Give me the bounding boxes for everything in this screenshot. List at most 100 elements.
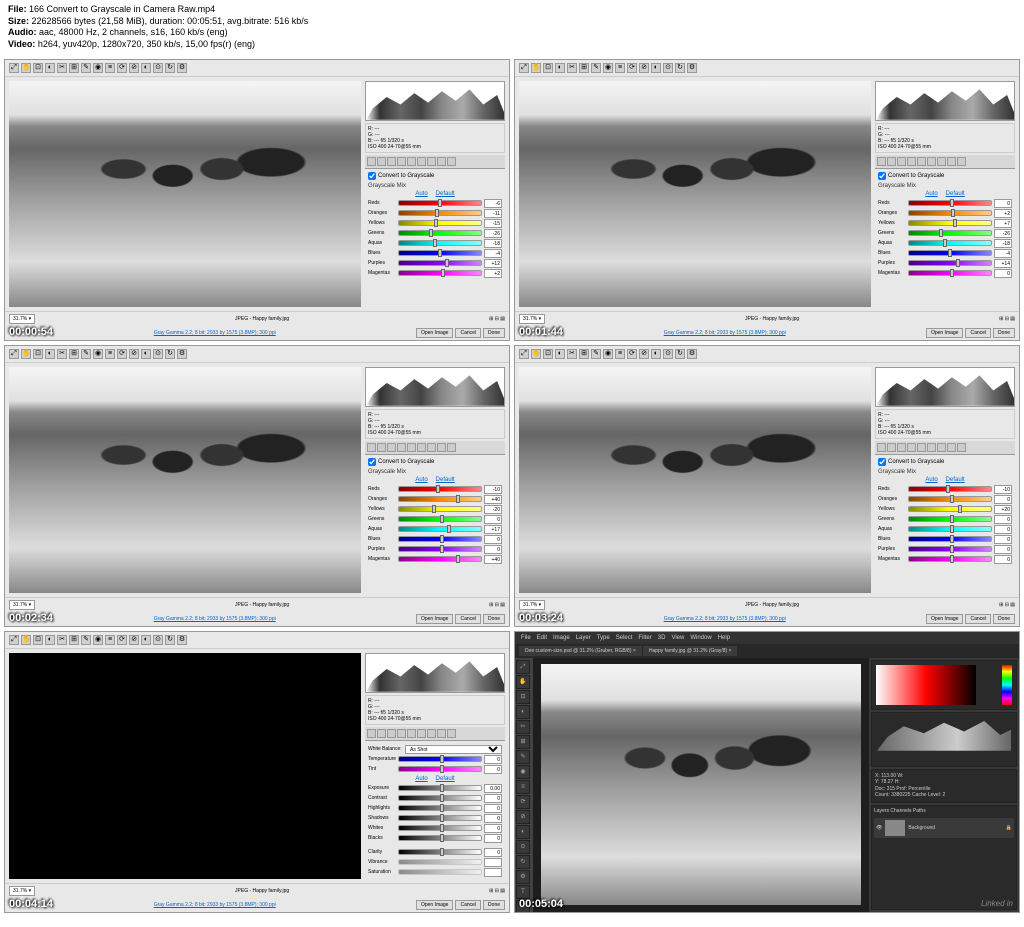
canvas[interactable] <box>533 658 869 912</box>
slider-oranges[interactable]: Oranges 0 <box>878 495 1012 504</box>
slider-blacks[interactable]: Blacks 0 <box>368 834 502 843</box>
default-link[interactable]: Default <box>436 477 455 483</box>
default-link[interactable]: Default <box>946 191 965 197</box>
done-button[interactable]: Done <box>483 328 505 338</box>
document-tabs[interactable]: Dee custom-size.psd @ 31.2% (Gruber, RGB… <box>515 644 1019 658</box>
slider-blues[interactable]: Blues -4 <box>878 249 1012 258</box>
slider-magentas[interactable]: Magentas 0 <box>878 269 1012 278</box>
slider-blues[interactable]: Blues 0 <box>368 535 502 544</box>
auto-link[interactable]: Auto <box>415 191 427 197</box>
done-button[interactable]: Done <box>993 328 1015 338</box>
slider-whites[interactable]: Whites 0 <box>368 824 502 833</box>
slider-aquas[interactable]: Aquas +17 <box>368 525 502 534</box>
panel-tabs[interactable] <box>875 441 1015 455</box>
open-button[interactable]: Open Image <box>416 614 454 624</box>
zoom-level[interactable]: 31.7% ▾ <box>9 886 35 896</box>
slider-magentas[interactable]: Magentas 0 <box>878 555 1012 564</box>
zoom-level[interactable]: 31.7% ▾ <box>9 600 35 610</box>
workflow-link[interactable]: Gray Gamma 2.2; 8 bit; 2933 by 1575 (3.8… <box>523 330 925 336</box>
watermark: Linked in <box>981 899 1013 908</box>
slider-greens[interactable]: Greens -26 <box>878 229 1012 238</box>
slider-blues[interactable]: Blues 0 <box>878 535 1012 544</box>
slider-reds[interactable]: Reds -10 <box>878 485 1012 494</box>
preview-area[interactable] <box>9 81 361 307</box>
slider-magentas[interactable]: Magentas +2 <box>368 269 502 278</box>
slider-contrast[interactable]: Contrast 0 <box>368 794 502 803</box>
default-link[interactable]: Default <box>436 191 455 197</box>
zoom-level[interactable]: 31.7% ▾ <box>9 314 35 324</box>
auto-link[interactable]: Auto <box>925 477 937 483</box>
workflow-link[interactable]: Gray Gamma 2.2; 8 bit; 2933 by 1575 (3.8… <box>523 616 925 622</box>
workflow-link[interactable]: Gray Gamma 2.2; 8 bit; 2933 by 1575 (3.8… <box>13 330 415 336</box>
slider-yellows[interactable]: Yellows +20 <box>878 505 1012 514</box>
slider-oranges[interactable]: Oranges -11 <box>368 209 502 218</box>
slider-yellows[interactable]: Yellows -15 <box>368 219 502 228</box>
preview-area[interactable] <box>9 653 361 879</box>
menu-bar[interactable]: FileEditImageLayerTypeSelectFilter3DView… <box>515 632 1019 644</box>
slider-yellows[interactable]: Yellows -20 <box>368 505 502 514</box>
zoom-level[interactable]: 31.7% ▾ <box>519 600 545 610</box>
cancel-button[interactable]: Cancel <box>965 614 991 624</box>
done-button[interactable]: Done <box>483 900 505 910</box>
auto-link[interactable]: Auto <box>925 191 937 197</box>
cancel-button[interactable]: Cancel <box>965 328 991 338</box>
default-link[interactable]: Default <box>946 477 965 483</box>
slider-purples[interactable]: Purples +14 <box>878 259 1012 268</box>
preview-area[interactable] <box>9 367 361 593</box>
slider-oranges[interactable]: Oranges +2 <box>878 209 1012 218</box>
tools-panel[interactable]: ⤢✋⊡◐✂⊞✎◉≡⟳⊘◐⊙↻⚙T▭◯✋⊙ <box>515 658 533 912</box>
slider-aquas[interactable]: Aquas -18 <box>878 239 1012 248</box>
slider-greens[interactable]: Greens 0 <box>368 515 502 524</box>
auto-link[interactable]: Auto <box>415 477 427 483</box>
panel-tabs[interactable] <box>365 155 505 169</box>
done-button[interactable]: Done <box>993 614 1015 624</box>
slider-shadows[interactable]: Shadows 0 <box>368 814 502 823</box>
workflow-link[interactable]: Gray Gamma 2.2; 8 bit; 2933 by 1575 (3.8… <box>13 902 415 908</box>
panel-tabs[interactable] <box>875 155 1015 169</box>
convert-grayscale-checkbox[interactable] <box>368 172 376 180</box>
color-panel[interactable] <box>871 660 1017 710</box>
open-button[interactable]: Open Image <box>416 328 454 338</box>
layers-panel[interactable]: Layers Channels Paths 👁Background🔒 <box>871 805 1017 910</box>
timestamp: 00:04:14 <box>9 898 53 910</box>
open-button[interactable]: Open Image <box>926 328 964 338</box>
slider-reds[interactable]: Reds -10 <box>368 485 502 494</box>
convert-grayscale-checkbox[interactable] <box>368 458 376 466</box>
zoom-level[interactable]: 31.7% ▾ <box>519 314 545 324</box>
slider-purples[interactable]: Purples +12 <box>368 259 502 268</box>
cancel-button[interactable]: Cancel <box>455 328 481 338</box>
slider-purples[interactable]: Purples 0 <box>368 545 502 554</box>
slider-greens[interactable]: Greens -26 <box>368 229 502 238</box>
open-button[interactable]: Open Image <box>416 900 454 910</box>
wb-select[interactable]: As Shot <box>405 745 502 754</box>
cancel-button[interactable]: Cancel <box>455 900 481 910</box>
slider-exposure[interactable]: Exposure 0.00 <box>368 784 502 793</box>
slider-tint[interactable]: Tint 0 <box>368 765 502 774</box>
panel-tabs[interactable] <box>365 441 505 455</box>
preview-area[interactable] <box>519 81 871 307</box>
slider-yellows[interactable]: Yellows +7 <box>878 219 1012 228</box>
preview-area[interactable] <box>519 367 871 593</box>
slider-highlights[interactable]: Highlights 0 <box>368 804 502 813</box>
slider-oranges[interactable]: Oranges +40 <box>368 495 502 504</box>
slider-reds[interactable]: Reds -6 <box>368 199 502 208</box>
slider-clarity[interactable]: Clarity 0 <box>368 848 502 857</box>
convert-grayscale-checkbox[interactable] <box>878 458 886 466</box>
cancel-button[interactable]: Cancel <box>455 614 481 624</box>
video-frame: ⤢✋⊡◐✂⊞✎◉≡⟳⊘◐⊙↻⚙ R: ---G: ---B: --- f/5 1… <box>4 631 510 913</box>
workflow-link[interactable]: Gray Gamma 2.2; 8 bit; 2933 by 1575 (3.8… <box>13 616 415 622</box>
slider-reds[interactable]: Reds 0 <box>878 199 1012 208</box>
slider-aquas[interactable]: Aquas -18 <box>368 239 502 248</box>
auto-link[interactable]: Auto <box>415 776 427 782</box>
slider-temperature[interactable]: Temperature 0 <box>368 755 502 764</box>
default-link[interactable]: Default <box>436 776 455 782</box>
panel-tabs[interactable] <box>365 727 505 741</box>
open-button[interactable]: Open Image <box>926 614 964 624</box>
done-button[interactable]: Done <box>483 614 505 624</box>
slider-greens[interactable]: Greens 0 <box>878 515 1012 524</box>
slider-purples[interactable]: Purples 0 <box>878 545 1012 554</box>
slider-aquas[interactable]: Aquas 0 <box>878 525 1012 534</box>
slider-magentas[interactable]: Magentas +40 <box>368 555 502 564</box>
slider-blues[interactable]: Blues -4 <box>368 249 502 258</box>
convert-grayscale-checkbox[interactable] <box>878 172 886 180</box>
